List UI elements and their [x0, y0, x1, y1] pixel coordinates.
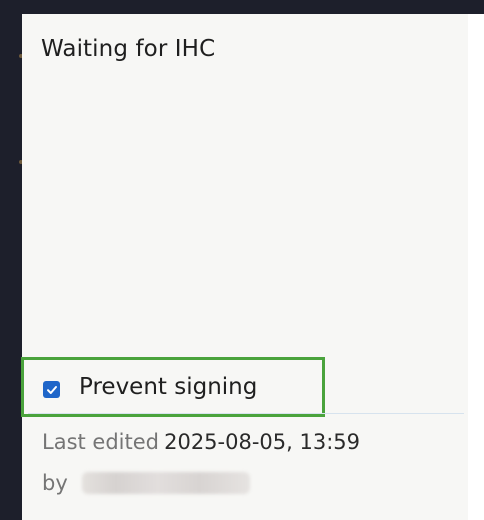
last-edited-info: Last edited 2025-08-05, 13:59	[42, 430, 360, 454]
last-edited-datetime: 2025-08-05, 13:59	[164, 430, 361, 454]
checkbox-checked-icon[interactable]	[43, 381, 60, 398]
prevent-signing-checkbox-row[interactable]: Prevent signing	[21, 357, 325, 417]
last-edited-label: Last edited	[42, 430, 159, 454]
prevent-signing-label[interactable]: Prevent signing	[79, 374, 257, 400]
left-sidebar-edge	[0, 0, 23, 520]
notes-panel-frame: Waiting for IHC Prevent signing Last edi…	[0, 0, 484, 520]
divider	[28, 413, 464, 414]
note-text[interactable]: Waiting for IHC	[41, 36, 215, 62]
edited-by-info: by	[42, 471, 250, 495]
editor-name-redacted	[81, 472, 250, 494]
edited-by-label: by	[42, 471, 68, 495]
right-margin	[468, 14, 484, 520]
window-top-edge	[0, 0, 484, 14]
